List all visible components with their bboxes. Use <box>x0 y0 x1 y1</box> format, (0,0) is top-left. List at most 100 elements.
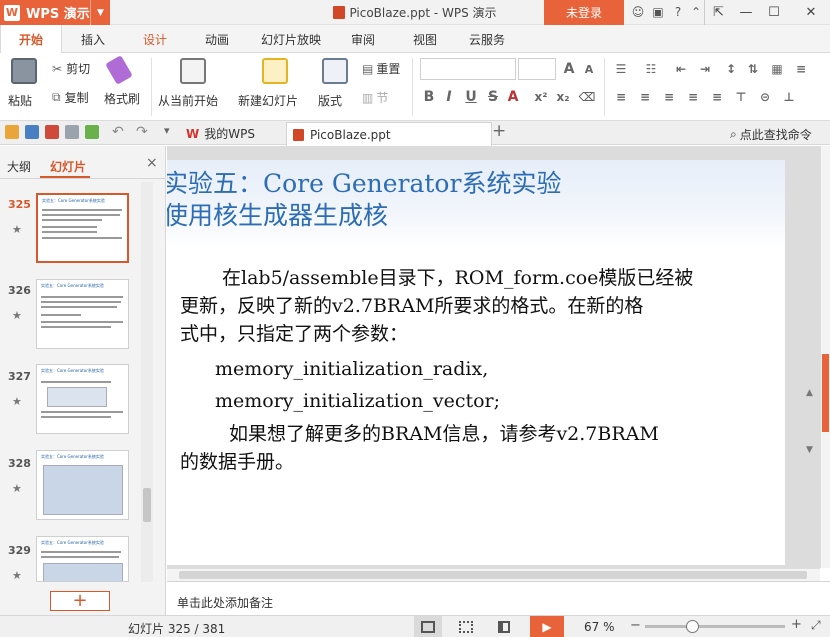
play-slideshow-icon[interactable]: ▶ <box>530 616 564 637</box>
add-slide-button[interactable]: + <box>50 591 110 611</box>
bold-icon[interactable]: B <box>420 88 438 106</box>
zoom-slider[interactable] <box>645 620 785 633</box>
superscript-icon[interactable]: x² <box>532 88 550 106</box>
subscript-icon[interactable]: x₂ <box>554 88 572 106</box>
new-slide-button[interactable]: 新建幻灯片 <box>238 58 314 116</box>
tab-my-wps[interactable]: W 我的WPS <box>186 122 281 145</box>
print-preview-icon[interactable] <box>85 125 99 139</box>
command-search[interactable]: ⌕ 点此查找命令 <box>730 126 812 143</box>
fit-window-icon[interactable]: ⤢ <box>811 618 821 633</box>
shirt-icon[interactable]: ▣ <box>650 4 666 20</box>
body-text-line: 的数据手册。 <box>180 451 295 473</box>
tab-home[interactable]: 开始 <box>0 25 62 54</box>
grow-font-icon[interactable]: A <box>560 60 578 78</box>
text-columns-icon[interactable]: ▦ <box>768 60 786 78</box>
user-icon[interactable]: ☺ <box>630 4 646 20</box>
justify-icon[interactable]: ≡ <box>684 88 702 106</box>
star-icon: ★ <box>12 223 22 236</box>
align-middle-icon[interactable]: ⊝ <box>756 88 774 106</box>
bullets-icon[interactable]: ☰ <box>612 60 630 78</box>
align-bottom-icon[interactable]: ⊥ <box>780 88 798 106</box>
layout-button[interactable]: 版式 <box>318 58 354 116</box>
new-tab-icon[interactable]: + <box>492 123 506 140</box>
horizontal-scrollbar[interactable] <box>167 568 820 581</box>
slide-thumbnail[interactable]: 实验五：Core Generator系统实验 <box>36 450 129 520</box>
from-current-button[interactable]: 从当前开始 <box>158 58 230 116</box>
customize-chevron-icon[interactable]: ▾ <box>164 124 170 137</box>
redo-icon[interactable]: ↷ <box>136 124 148 140</box>
tab-picoblaze[interactable]: PicoBlaze.ppt <box>286 122 492 146</box>
notes-area[interactable]: 单击此处添加备注 <box>167 581 830 615</box>
close-pane-icon[interactable]: × <box>146 155 158 171</box>
slide-thumbnail[interactable]: 实验五：Core Generator系统实验 <box>36 279 129 349</box>
decrease-indent-icon[interactable]: ⇤ <box>672 60 690 78</box>
login-button[interactable]: 未登录 <box>544 0 624 25</box>
vertical-scrollbar-thumb[interactable] <box>822 354 829 432</box>
maximize-button[interactable]: ☐ <box>760 0 788 25</box>
undo-icon[interactable]: ↶ <box>112 124 124 140</box>
zoom-slider-knob[interactable] <box>685 620 699 633</box>
font-name-select[interactable] <box>420 58 516 80</box>
chevron-up-icon[interactable]: ⌃ <box>688 4 704 20</box>
align-right-icon[interactable]: ≡ <box>660 88 678 106</box>
italic-icon[interactable]: I <box>440 88 458 106</box>
tab-slideshow[interactable]: 幻灯片放映 <box>252 25 330 53</box>
minimize-button[interactable]: — <box>732 0 760 25</box>
close-button[interactable]: ✕ <box>792 0 830 25</box>
slide-thumbnail[interactable]: 实验五：Core Generator系统实验 <box>36 364 129 434</box>
export-pdf-icon[interactable] <box>45 125 59 139</box>
current-slide[interactable]: 实验五：Core Generator系统实验 使用核生成器生成核 在lab5/a… <box>167 160 785 565</box>
normal-view-icon[interactable] <box>414 616 442 637</box>
slide-number: 327 <box>8 370 31 383</box>
copy-button[interactable]: ⧉ 复制 <box>52 89 89 106</box>
next-slide-icon[interactable]: ▼ <box>806 445 813 455</box>
strikethrough-icon[interactable]: S <box>484 88 502 106</box>
tab-design[interactable]: 设计 <box>124 25 186 53</box>
tab-outline[interactable]: 大纲 <box>7 158 31 175</box>
horizontal-scrollbar-thumb[interactable] <box>179 571 807 579</box>
slides-scrollbar-thumb[interactable] <box>143 488 151 522</box>
tab-cloud[interactable]: 云服务 <box>458 25 516 53</box>
open-folder-icon[interactable] <box>5 125 19 139</box>
align-left-icon[interactable]: ≡ <box>612 88 630 106</box>
paste-button[interactable]: 粘贴 <box>8 58 40 116</box>
distributed-align-icon[interactable]: ≡ <box>708 88 726 106</box>
vertical-scrollbar[interactable] <box>820 146 830 568</box>
help-icon[interactable]: ? <box>670 4 686 20</box>
section-button[interactable]: ▥ 节 <box>362 89 388 106</box>
distribute-icon[interactable]: ≡ <box>792 60 810 78</box>
restore-to-tab-icon[interactable]: ⇱ <box>704 0 732 25</box>
slide-sorter-view-icon[interactable] <box>452 616 480 637</box>
font-size-select[interactable] <box>518 58 556 80</box>
font-color-icon[interactable]: A <box>504 88 522 106</box>
align-center-icon[interactable]: ≡ <box>636 88 654 106</box>
tab-animation[interactable]: 动画 <box>186 25 248 53</box>
tab-insert[interactable]: 插入 <box>62 25 124 53</box>
shrink-font-icon[interactable]: A <box>580 60 598 78</box>
slides-scrollbar[interactable] <box>141 182 153 582</box>
prev-slide-icon[interactable]: ▲ <box>806 388 813 398</box>
slide-thumbnail[interactable]: 实验五：Core Generator系统实验 <box>36 536 129 582</box>
tab-slides[interactable]: 幻灯片 <box>50 158 86 175</box>
print-icon[interactable] <box>65 125 79 139</box>
format-painter-button[interactable]: 格式刷 <box>104 55 144 116</box>
cut-button[interactable]: ✂ 剪切 <box>52 60 90 77</box>
numbering-icon[interactable]: ☷ <box>642 60 660 78</box>
zoom-in-icon[interactable]: + <box>791 617 802 632</box>
star-icon: ★ <box>12 309 22 322</box>
slide-thumbnail[interactable]: 实验五：Core Generator系统实验 <box>36 193 129 263</box>
clear-format-icon[interactable]: ⌫ <box>578 88 596 106</box>
reset-button[interactable]: ▤ 重置 <box>362 60 400 77</box>
underline-icon[interactable]: U <box>462 88 480 106</box>
increase-indent-icon[interactable]: ⇥ <box>696 60 714 78</box>
zoom-out-icon[interactable]: − <box>630 618 641 633</box>
body-text-line: 更新，反映了新的v2.7BRAM所要求的格式。在新的格 <box>180 295 644 317</box>
save-icon[interactable] <box>25 125 39 139</box>
slide-subtitle: 使用核生成器生成核 <box>167 201 389 230</box>
align-top-icon[interactable]: ⊤ <box>732 88 750 106</box>
tab-review[interactable]: 审阅 <box>336 25 390 53</box>
line-spacing-icon[interactable]: ↕ <box>722 60 740 78</box>
tab-view[interactable]: 视图 <box>398 25 452 53</box>
text-direction-icon[interactable]: ⇅ <box>744 60 762 78</box>
reading-view-icon[interactable] <box>490 616 518 637</box>
